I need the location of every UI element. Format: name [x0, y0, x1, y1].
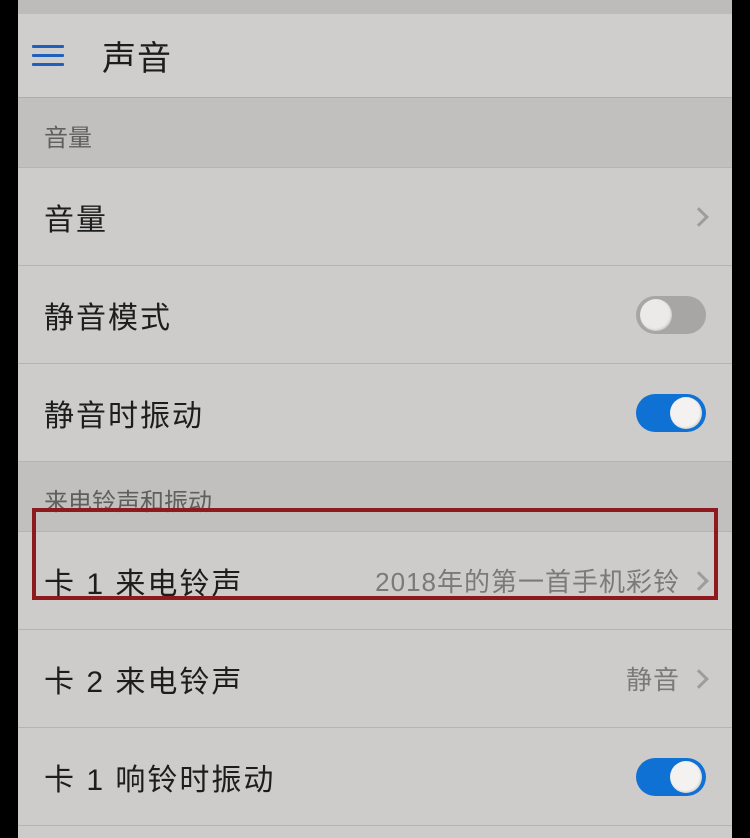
row-sim2-ringtone[interactable]: 卡 2 来电铃声 静音 — [18, 630, 732, 728]
section-header-ringtone: 来电铃声和振动 — [18, 462, 732, 532]
row-sim1-ringtone[interactable]: 卡 1 来电铃声 2018年的第一首手机彩铃 — [18, 532, 732, 630]
row-value: 2018年的第一首手机彩铃 — [375, 562, 680, 599]
row-sim2-vibrate-on-ring-partial: 卡 2 响铃时振动 — [18, 826, 732, 838]
section-header-volume: 音量 — [18, 98, 732, 168]
row-value: 静音 — [626, 660, 680, 697]
row-label: 卡 2 来电铃声 — [44, 657, 243, 701]
menu-icon[interactable] — [32, 31, 82, 81]
row-sim1-vibrate-on-ring: 卡 1 响铃时振动 — [18, 728, 732, 826]
row-label: 音量 — [44, 195, 108, 239]
toggle-silent-mode[interactable] — [636, 296, 706, 334]
row-label: 静音模式 — [44, 293, 172, 337]
row-label: 静音时振动 — [44, 391, 204, 435]
statusbar-area — [18, 0, 732, 14]
row-label: 卡 1 来电铃声 — [44, 559, 243, 603]
row-label: 卡 1 响铃时振动 — [44, 755, 275, 799]
chevron-right-icon — [689, 571, 709, 591]
row-volume[interactable]: 音量 — [18, 168, 732, 266]
page-title: 声音 — [102, 31, 172, 80]
app-header: 声音 — [18, 14, 732, 98]
chevron-right-icon — [689, 207, 709, 227]
row-vibrate-when-silent: 静音时振动 — [18, 364, 732, 462]
toggle-sim1-vibrate[interactable] — [636, 758, 706, 796]
row-silent-mode: 静音模式 — [18, 266, 732, 364]
chevron-right-icon — [689, 669, 709, 689]
toggle-vibrate-silent[interactable] — [636, 394, 706, 432]
